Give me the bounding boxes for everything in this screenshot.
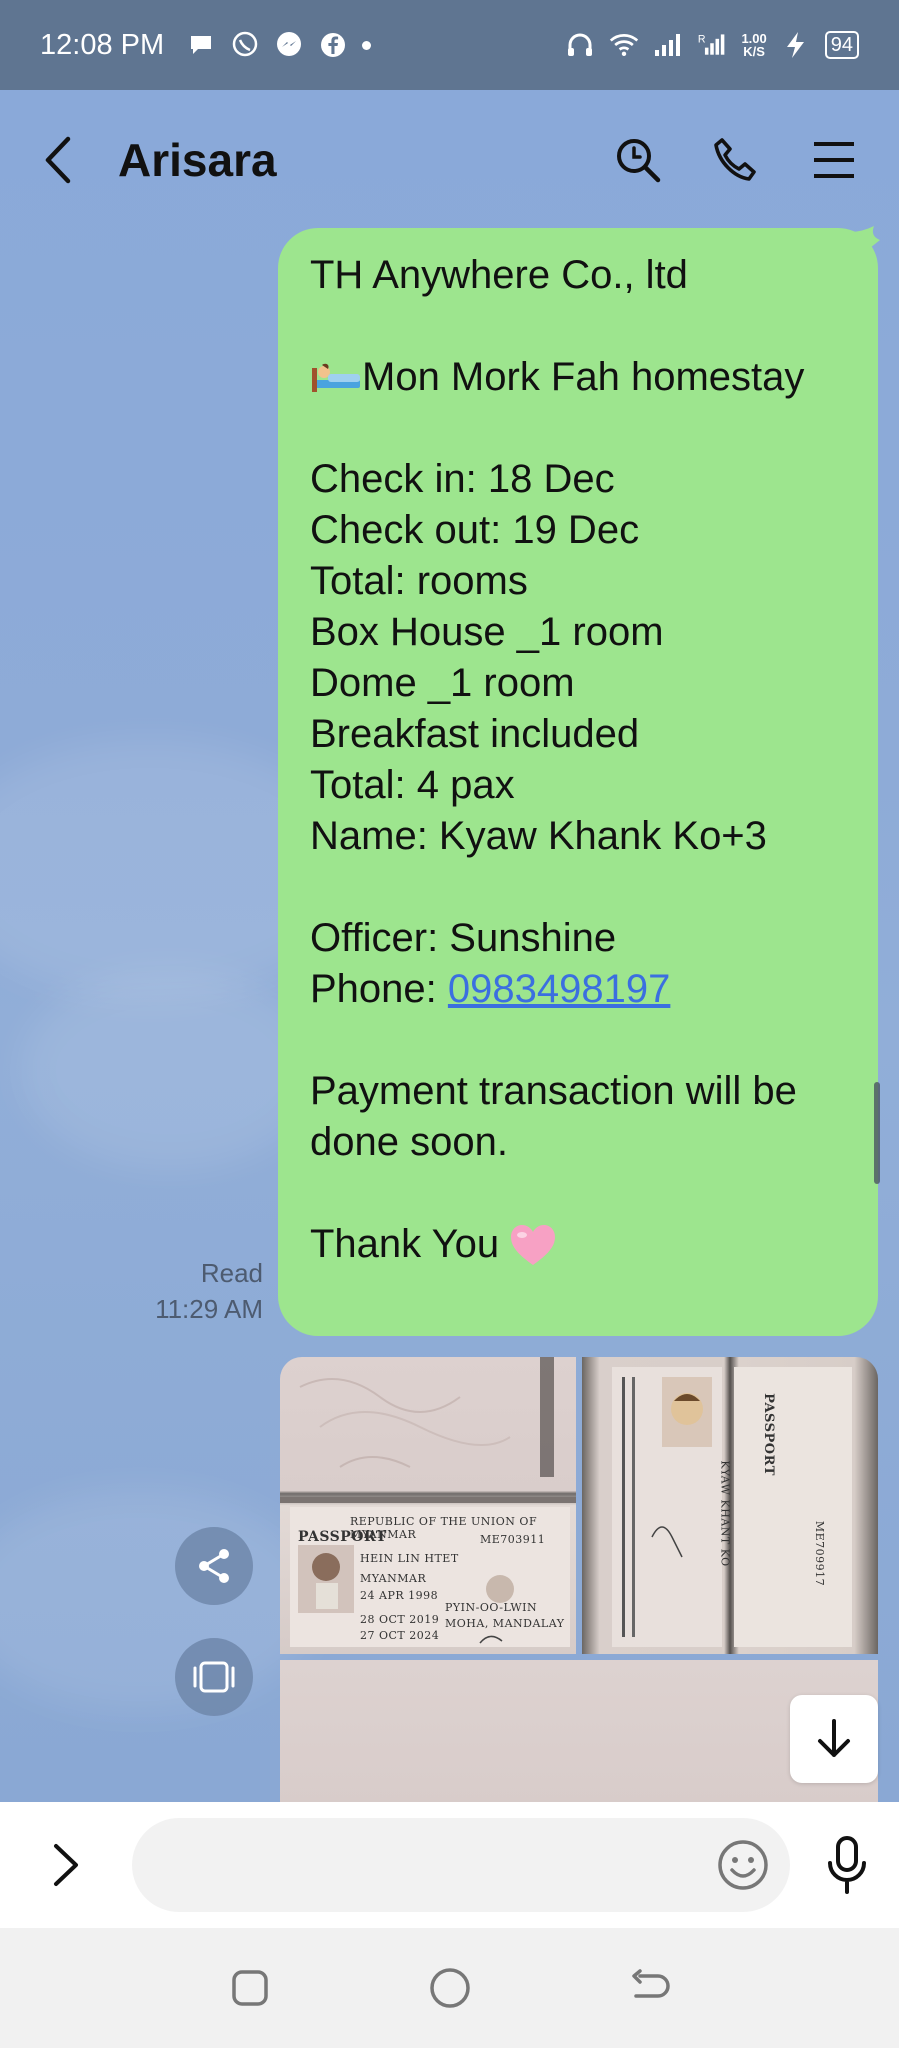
read-status: Read bbox=[200, 1258, 263, 1288]
speed-unit: K/S bbox=[743, 44, 765, 59]
msg-check-in: Check in: 18 Dec bbox=[310, 457, 615, 501]
wifi-icon bbox=[609, 30, 639, 60]
msg-room-2: Dome _1 room bbox=[310, 661, 575, 705]
message-input-wrapper bbox=[132, 1818, 790, 1912]
passport-image-1[interactable]: REPUBLIC OF THE UNION OF MYANMAR PASSPOR… bbox=[280, 1357, 576, 1654]
message-bubble[interactable]: TH Anywhere Co., ltd Mon Mork Fah homest… bbox=[278, 228, 878, 1336]
status-bar: 12:08 PM R 1.00 K/S 94 bbox=[0, 0, 899, 90]
message-input[interactable] bbox=[132, 1818, 692, 1912]
msg-hotel: Mon Mork Fah homestay bbox=[362, 355, 805, 399]
messenger-icon bbox=[274, 30, 304, 60]
message-input-bar bbox=[0, 1802, 899, 1928]
scroll-to-bottom-button[interactable] bbox=[790, 1695, 878, 1783]
search-icon[interactable] bbox=[613, 135, 663, 185]
passport-1-place: PYIN-OO-LWIN bbox=[445, 1601, 538, 1614]
scrollbar[interactable] bbox=[874, 1082, 880, 1184]
msg-phone-line: Phone: 0983498197 bbox=[310, 964, 846, 1015]
carousel-icon bbox=[193, 1661, 235, 1693]
read-receipt: Read 11:29 AM bbox=[155, 1255, 263, 1327]
home-icon[interactable] bbox=[425, 1963, 475, 2013]
viber-icon bbox=[230, 30, 260, 60]
msg-room-1: Box House _1 room bbox=[310, 610, 664, 654]
share-button[interactable] bbox=[175, 1527, 253, 1605]
chat-title: Arisara bbox=[118, 134, 277, 186]
msg-breakfast: Breakfast included bbox=[310, 712, 640, 756]
emoji-icon[interactable] bbox=[716, 1838, 770, 1892]
passport-2-title: PASSPORT bbox=[760, 1393, 776, 1476]
msg-spacer bbox=[310, 403, 846, 454]
pink-heart-icon bbox=[511, 1225, 556, 1265]
gallery-view-button[interactable] bbox=[175, 1638, 253, 1716]
msg-payment: Payment transaction will be done soon. bbox=[310, 1069, 797, 1164]
message-time: 11:29 AM bbox=[155, 1294, 263, 1324]
image-3[interactable] bbox=[280, 1660, 878, 1810]
share-icon bbox=[199, 1549, 229, 1583]
back-arrow-icon[interactable] bbox=[40, 130, 90, 190]
status-time: 12:08 PM bbox=[40, 28, 165, 61]
passport-image-2[interactable]: PASSPORT KYAW KHANT KO ME709917 bbox=[582, 1357, 878, 1654]
msg-spacer bbox=[310, 301, 846, 352]
msg-hotel-line: Mon Mork Fah homestay bbox=[310, 352, 846, 403]
msg-spacer bbox=[310, 862, 846, 913]
passport-2-name: KYAW KHANT KO bbox=[718, 1460, 732, 1567]
network-speed: 1.00 K/S bbox=[741, 32, 766, 58]
system-icons: R 1.00 K/S 94 bbox=[565, 30, 859, 60]
svg-text:R: R bbox=[698, 33, 706, 45]
charging-icon bbox=[781, 30, 811, 60]
phone-number-link[interactable]: 0983498197 bbox=[448, 967, 670, 1011]
signal-r-icon: R bbox=[697, 30, 727, 60]
headphones-icon bbox=[565, 30, 595, 60]
passport-1-nationality: MYANMAR bbox=[360, 1572, 427, 1585]
passport-1-dob: 24 APR 1998 bbox=[360, 1589, 439, 1602]
msg-officer: Officer: Sunshine bbox=[310, 916, 617, 960]
msg-total-rooms: Total: rooms bbox=[310, 559, 528, 603]
msg-check-out: Check out: 19 Dec bbox=[310, 508, 640, 552]
back-icon[interactable] bbox=[625, 1963, 675, 2013]
dot-icon bbox=[362, 40, 372, 50]
passport-1-authority: MOHA, MANDALAY bbox=[445, 1617, 565, 1630]
battery-icon: 94 bbox=[824, 31, 859, 59]
msg-thanks-line: Thank You bbox=[310, 1219, 846, 1270]
msg-spacer bbox=[310, 1168, 846, 1219]
signal-icon bbox=[653, 30, 683, 60]
system-nav-bar bbox=[0, 1928, 899, 2048]
passport-2-number: ME709917 bbox=[813, 1520, 827, 1587]
recents-icon[interactable] bbox=[225, 1963, 275, 2013]
expand-chevron-icon[interactable] bbox=[36, 1835, 96, 1895]
msg-company: TH Anywhere Co., ltd bbox=[310, 253, 688, 297]
msg-phone-label: Phone: bbox=[310, 967, 448, 1011]
phone-icon[interactable] bbox=[711, 135, 761, 185]
msg-pax: Total: 4 pax bbox=[310, 763, 515, 807]
passport-1-number: ME703911 bbox=[480, 1533, 546, 1546]
notification-icons bbox=[186, 30, 372, 60]
facebook-icon bbox=[318, 30, 348, 60]
msg-spacer bbox=[310, 1015, 846, 1066]
msg-thanks: Thank You bbox=[310, 1222, 500, 1266]
passport-1-expiry: 27 OCT 2024 bbox=[360, 1629, 440, 1642]
chat-header: Arisara bbox=[0, 90, 899, 230]
msg-name: Name: Kyaw Khank Ko+3 bbox=[310, 814, 767, 858]
passport-1-title: PASSPORT bbox=[298, 1529, 387, 1545]
chat-bubble-icon bbox=[186, 30, 216, 60]
passport-1-name: HEIN LIN HTET bbox=[360, 1552, 459, 1565]
bed-emoji-icon bbox=[312, 363, 360, 392]
header-actions bbox=[613, 135, 859, 185]
menu-icon[interactable] bbox=[809, 135, 859, 185]
passport-1-issue: 28 OCT 2019 bbox=[360, 1613, 440, 1626]
arrow-down-icon bbox=[818, 1719, 850, 1757]
microphone-icon[interactable] bbox=[820, 1833, 874, 1897]
